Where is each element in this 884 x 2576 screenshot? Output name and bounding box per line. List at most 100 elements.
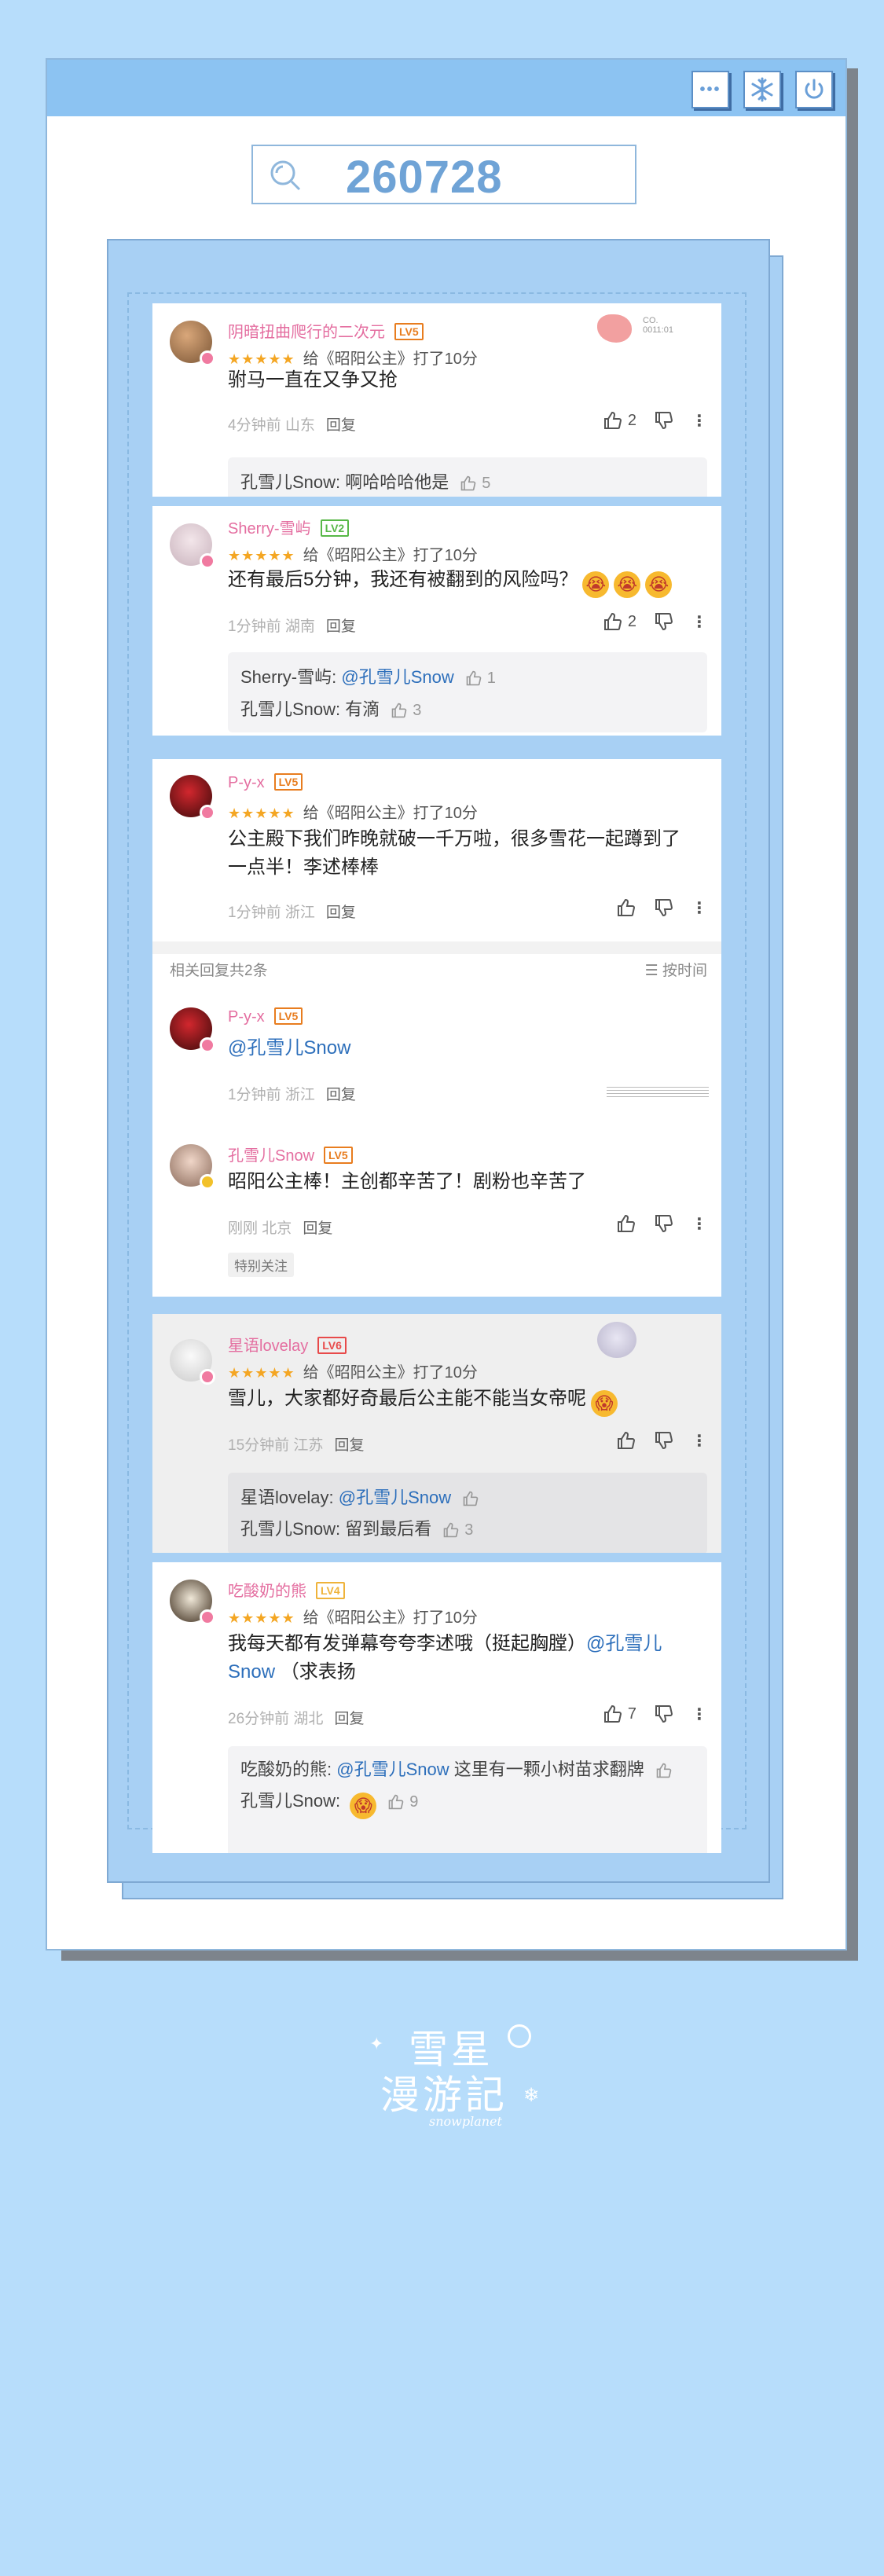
reply-like-button[interactable]: 5 [460, 468, 490, 497]
username[interactable]: 阴暗扭曲爬行的二次元 LV5 [228, 319, 424, 342]
avatar[interactable] [170, 1007, 215, 1053]
reply-button[interactable]: 回复 [303, 1220, 332, 1237]
username[interactable]: 吃酸奶的熊 LV4 [228, 1578, 345, 1601]
more-options-icon[interactable]: ⋮ [691, 1431, 707, 1451]
username-text: Sherry-雪屿 [228, 520, 311, 538]
avatar[interactable] [170, 1339, 215, 1385]
search-box[interactable]: 260728 [251, 145, 636, 204]
username[interactable]: 孔雪儿Snow LV5 [228, 1143, 353, 1165]
mention-link[interactable]: @孔雪儿Snow [336, 1760, 449, 1779]
comment-card: 吃酸奶的熊 LV4 ★★★★★ 给《昭阳公主》打了10分 我每天都有发弹幕夸夸李述哦… [152, 1562, 721, 1853]
reply-like-button[interactable]: 1 [465, 662, 496, 694]
username[interactable]: P-y-x LV5 [228, 1007, 303, 1026]
username-text: P-y-x [228, 774, 265, 791]
avatar[interactable] [170, 1580, 215, 1625]
like-button[interactable] [616, 1213, 636, 1234]
reply-author[interactable]: 孔雪儿Snow: [240, 472, 340, 492]
faded-actions [607, 1084, 709, 1099]
time-text: 1分钟前 [228, 1087, 281, 1103]
comment-actions: ⋮ [616, 1213, 707, 1234]
dislike-button[interactable] [654, 410, 674, 431]
reply-button[interactable]: 回复 [334, 1711, 364, 1727]
snowflake-icon: ❄ [523, 2085, 540, 2106]
rating-text: 给《昭阳公主》打了10分 [303, 547, 478, 564]
like-button[interactable]: 2 [603, 611, 636, 632]
reply-like-button[interactable]: 9 [387, 1788, 418, 1816]
mention-link[interactable]: @孔雪儿Snow [339, 1488, 451, 1507]
like-button[interactable] [616, 897, 636, 918]
reply-author[interactable]: 吃酸奶的熊: [240, 1760, 332, 1779]
username[interactable]: 星语lovelay LV6 [228, 1333, 347, 1356]
reply-like-button[interactable]: 3 [442, 1514, 473, 1546]
reply-author[interactable]: 孔雪儿Snow: [240, 699, 340, 719]
power-button[interactable] [795, 71, 833, 108]
like-count: 7 [627, 1704, 636, 1723]
reply-text: 有滴 [345, 699, 380, 720]
comment-text: 我每天都有发弹幕夸夸李述哦（挺起胸膛）@孔雪儿Snow （求表扬 [228, 1630, 707, 1686]
avatar[interactable] [170, 1144, 215, 1190]
avatar[interactable] [170, 523, 215, 569]
like-count: 2 [627, 612, 636, 630]
avatar[interactable] [170, 321, 215, 366]
reply-author[interactable]: 孔雪儿Snow: [240, 1791, 340, 1811]
ellipsis-icon: ••• [699, 80, 721, 98]
badge-dot [200, 1174, 215, 1190]
thumbs-down-icon [655, 1432, 673, 1450]
thumbs-up-icon [391, 703, 407, 718]
username[interactable]: Sherry-雪屿 LV2 [228, 516, 350, 538]
comment-text: 公主殿下我们昨晚就破一千万啦，很多雪花一起蹲到了一点半！李述棒棒 [228, 828, 680, 878]
like-button[interactable]: 7 [603, 1704, 636, 1724]
more-options-icon[interactable]: ⋮ [691, 1214, 707, 1234]
like-button[interactable] [616, 1430, 636, 1451]
star-rating-icon: ★★★★★ [228, 1365, 295, 1381]
more-options-icon[interactable]: ⋮ [691, 898, 707, 918]
logo-subtitle: snowplanet [429, 2114, 502, 2129]
location-text: 湖北 [293, 1711, 324, 1727]
mention-link[interactable]: @孔雪儿Snow [228, 1034, 699, 1062]
username[interactable]: P-y-x LV5 [228, 773, 303, 792]
reply-button[interactable]: 回复 [334, 1437, 364, 1454]
reply-thread: 吃酸奶的熊: @孔雪儿Snow 这里有一颗小树苗求翻牌 孔雪儿Snow: 😱 9 [228, 1746, 707, 1853]
avatar[interactable] [170, 775, 215, 820]
sort-button[interactable]: ☰ 按时间 [645, 959, 707, 980]
more-options-icon[interactable]: ⋮ [691, 612, 707, 632]
dislike-button[interactable] [654, 1430, 674, 1451]
reply-button[interactable]: 回复 [326, 1087, 356, 1103]
reply-button[interactable]: 回复 [326, 618, 356, 635]
reply-like-button[interactable] [462, 1490, 479, 1507]
comment-text-body: 我每天都有发弹幕夸夸李述哦（挺起胸膛） [228, 1633, 586, 1654]
location-text: 湖南 [284, 618, 315, 635]
badge-dot [200, 1037, 215, 1053]
username-text: 星语lovelay [228, 1338, 309, 1355]
mention-link[interactable]: @孔雪儿Snow [341, 667, 453, 687]
reply-like-button[interactable]: 3 [391, 695, 421, 726]
sticker-icon [597, 314, 632, 343]
dislike-button[interactable] [654, 897, 674, 918]
comment-text-body: 还有最后5分钟，我还有被翻到的风险吗？ [228, 569, 578, 590]
reply-item: Sherry-雪屿: @孔雪儿Snow 1 [240, 662, 695, 694]
level-badge: LV4 [316, 1582, 345, 1599]
thumbs-up-icon [618, 1431, 636, 1449]
reply-author[interactable]: 星语lovelay: [240, 1488, 334, 1507]
reply-button[interactable]: 回复 [326, 417, 356, 434]
more-options-icon[interactable]: ⋮ [691, 411, 707, 431]
dislike-button[interactable] [654, 1704, 674, 1724]
snowflake-button[interactable] [743, 71, 781, 108]
dislike-button[interactable] [654, 611, 674, 632]
more-options-icon[interactable]: ⋮ [691, 1704, 707, 1724]
more-menu-button[interactable]: ••• [691, 71, 729, 108]
window-titlebar: ••• [47, 60, 845, 116]
rating-text: 给《昭阳公主》打了10分 [303, 1609, 478, 1627]
comment-text: 雪儿，大家都好奇最后公主能不能当女帝呢 😱 [228, 1385, 715, 1417]
dislike-button[interactable] [654, 1213, 674, 1234]
reply-like-button[interactable] [655, 1762, 673, 1779]
like-button[interactable]: 2 [603, 410, 636, 431]
rating-line: ★★★★★ 给《昭阳公主》打了10分 [228, 346, 478, 369]
reply-text: 留到最后看 [345, 1519, 432, 1539]
reply-text: 这里有一颗小树苗求翻牌 [453, 1760, 644, 1779]
reply-author[interactable]: 孔雪儿Snow: [240, 1519, 340, 1539]
reply-button[interactable]: 回复 [326, 905, 356, 921]
thumbs-down-icon [655, 899, 673, 917]
reply-like-count: 1 [486, 670, 496, 688]
reply-author[interactable]: Sherry-雪屿: [240, 667, 336, 687]
